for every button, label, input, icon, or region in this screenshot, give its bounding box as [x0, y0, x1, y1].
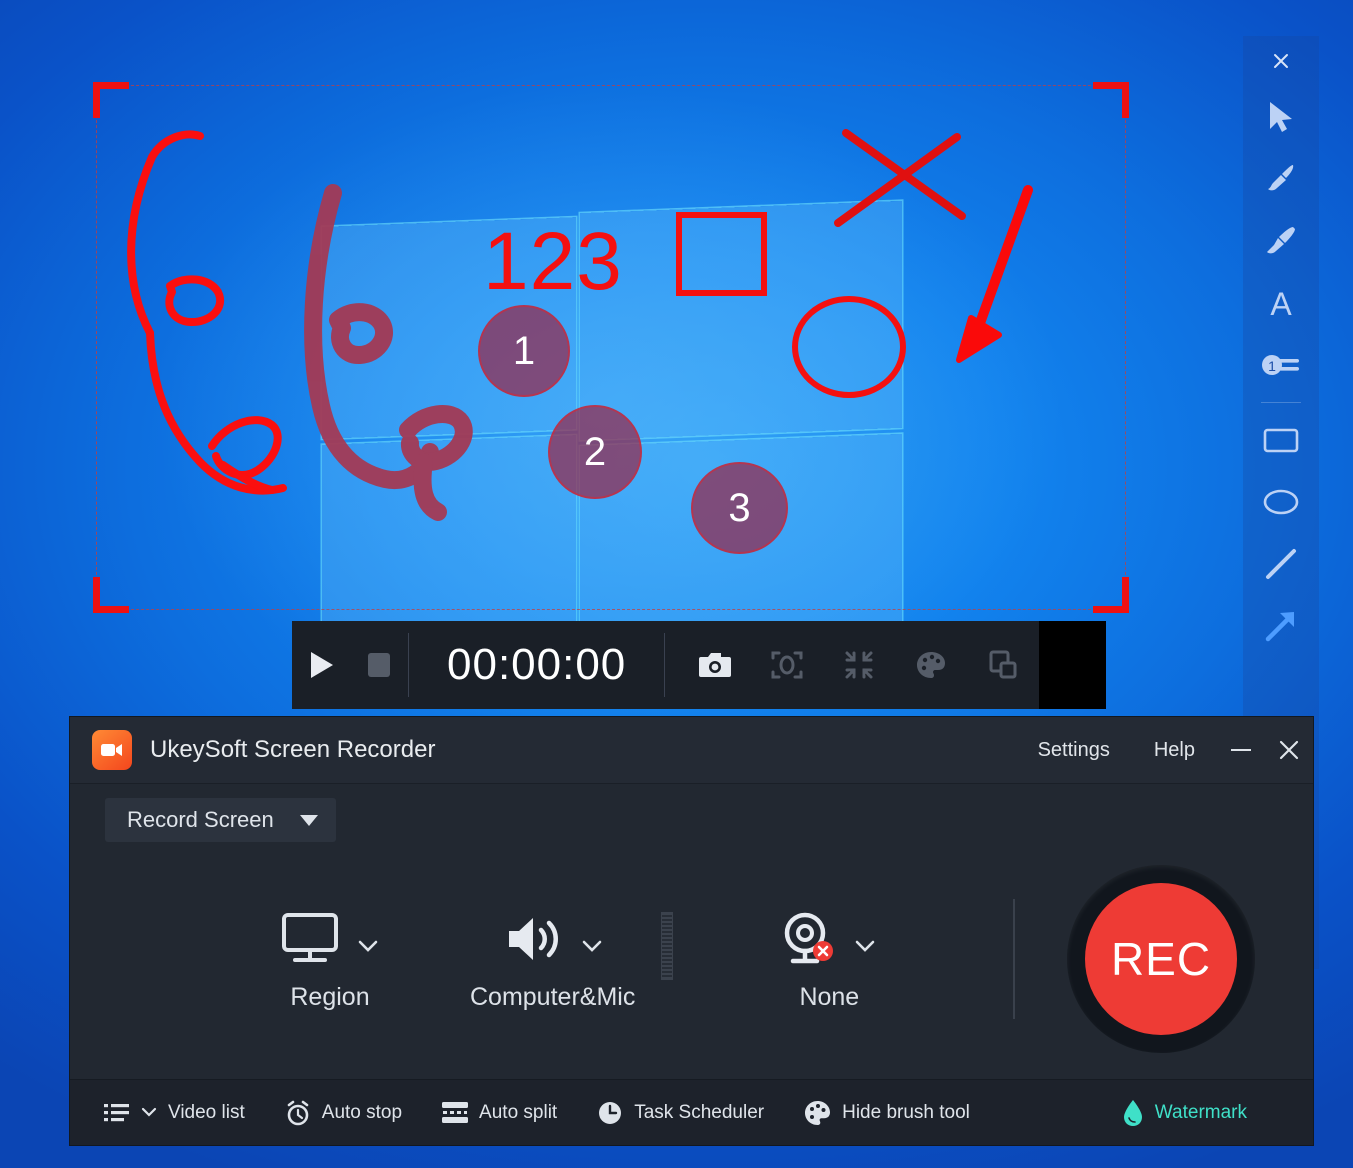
chevron-down-icon	[582, 940, 601, 952]
task-scheduler-button[interactable]: Task Scheduler	[597, 1100, 764, 1126]
monitor-icon	[282, 913, 338, 962]
ellipse-icon	[1263, 489, 1299, 515]
list-icon	[104, 1103, 129, 1121]
duplicate-window-icon	[989, 650, 1017, 679]
webcam-option[interactable]: None	[769, 905, 889, 1012]
marker-tool[interactable]	[1251, 210, 1311, 272]
marker-pen-icon	[1267, 227, 1295, 254]
palette-icon	[917, 652, 946, 678]
minimize-icon	[1231, 749, 1251, 751]
cursor-tool[interactable]	[1251, 86, 1311, 148]
title-bar: UkeySoft Screen Recorder Settings Help	[70, 717, 1313, 784]
rectangle-icon	[1263, 428, 1299, 453]
text-a-icon: A	[1270, 286, 1292, 321]
svg-text:1: 1	[1268, 358, 1276, 374]
record-button[interactable]: REC	[1067, 864, 1255, 1053]
audio-label: Computer&Mic	[470, 983, 636, 1011]
control-bar-filler	[1039, 621, 1106, 709]
close-button[interactable]	[1265, 717, 1313, 784]
application-window: UkeySoft Screen Recorder Settings Help R…	[70, 717, 1313, 1145]
droplet-icon	[1123, 1099, 1142, 1126]
watermark-button[interactable]: Watermark	[1122, 1099, 1247, 1127]
record-button-label: REC	[1085, 882, 1237, 1035]
help-link[interactable]: Help	[1132, 739, 1217, 762]
watermark-label: Watermark	[1154, 1101, 1247, 1123]
app-icon	[92, 730, 132, 770]
step-number-icon: 1	[1262, 355, 1299, 375]
webcam-label: None	[799, 983, 860, 1011]
snapshot-button[interactable]	[679, 621, 751, 709]
line-tool[interactable]	[1251, 533, 1311, 595]
video-camera-icon	[101, 744, 122, 756]
hide-brush-tool-label: Hide brush tool	[842, 1101, 970, 1123]
control-bar-tools	[665, 621, 1039, 709]
region-icon-line	[281, 905, 379, 967]
options-divider	[1013, 898, 1015, 1019]
cursor-arrow-icon	[1270, 102, 1292, 132]
settings-link[interactable]: Settings	[1016, 739, 1132, 762]
clock-icon	[599, 1101, 622, 1124]
record-mode-value: Record Screen	[127, 807, 274, 832]
mode-row: Record Screen	[70, 784, 1313, 856]
speaker-icon	[508, 918, 558, 960]
video-list-button[interactable]: Video list	[104, 1102, 245, 1124]
camera-icon	[699, 653, 732, 677]
chevron-down-icon	[141, 1107, 157, 1117]
chevron-down-icon	[299, 814, 318, 826]
stop-button[interactable]	[350, 621, 408, 709]
arrow-tool[interactable]	[1251, 595, 1311, 657]
spotlight-icon	[771, 651, 803, 679]
palette-icon	[805, 1100, 831, 1125]
line-icon	[1266, 549, 1296, 579]
close-icon[interactable]	[1261, 44, 1301, 78]
auto-split-button[interactable]: Auto split	[442, 1101, 557, 1125]
region-option[interactable]: Region	[270, 905, 390, 1012]
bottom-toolbar: Video list Auto stop Auto split Task Sch…	[70, 1079, 1313, 1145]
brush-tool[interactable]	[1251, 148, 1311, 210]
volume-slider[interactable]	[661, 911, 674, 980]
record-button-wrap: REC	[1067, 864, 1255, 1053]
capture-options-row: Region Computer&Mic None REC	[70, 856, 1313, 1079]
chevron-down-icon	[856, 940, 875, 952]
play-button[interactable]	[292, 621, 350, 709]
app-title: UkeySoft Screen Recorder	[150, 736, 436, 763]
arrow-icon	[1265, 612, 1294, 642]
alarm-clock-icon	[287, 1100, 309, 1125]
brush-palette-button[interactable]	[895, 621, 967, 709]
play-icon	[311, 652, 333, 678]
split-icon	[442, 1101, 469, 1123]
audio-option[interactable]: Computer&Mic	[470, 905, 635, 1012]
text-tool[interactable]: A	[1251, 272, 1311, 334]
video-list-label: Video list	[168, 1101, 245, 1123]
task-scheduler-label: Task Scheduler	[634, 1101, 765, 1123]
svg-text:A: A	[1270, 286, 1292, 321]
chevron-down-icon	[358, 940, 378, 952]
webcam-icon-line	[782, 905, 876, 967]
step-number-tool[interactable]: 1	[1251, 334, 1311, 396]
region-label: Region	[290, 983, 370, 1011]
audio-icon-line	[503, 905, 603, 967]
paint-brush-icon	[1268, 165, 1294, 191]
stop-icon	[368, 653, 390, 677]
auto-stop-button[interactable]: Auto stop	[285, 1100, 402, 1126]
close-icon	[1279, 740, 1299, 760]
collapse-icon	[845, 651, 873, 679]
minimize-button[interactable]	[1217, 717, 1265, 784]
record-mode-dropdown[interactable]: Record Screen	[105, 798, 336, 842]
rectangle-tool[interactable]	[1251, 409, 1311, 471]
recording-timer: 00:00:00	[447, 640, 627, 689]
spotlight-button[interactable]	[751, 621, 823, 709]
ellipse-tool[interactable]	[1251, 471, 1311, 533]
picture-in-picture-button[interactable]	[967, 621, 1039, 709]
webcam-disabled-icon	[785, 912, 834, 964]
auto-stop-label: Auto stop	[321, 1101, 403, 1123]
auto-split-label: Auto split	[479, 1101, 558, 1123]
toolbar-divider	[1261, 402, 1301, 403]
hide-brush-tool-button[interactable]: Hide brush tool	[804, 1100, 970, 1126]
recording-control-bar: 00:00:00	[292, 621, 1106, 709]
control-bar-transport	[292, 621, 408, 709]
collapse-button[interactable]	[823, 621, 895, 709]
